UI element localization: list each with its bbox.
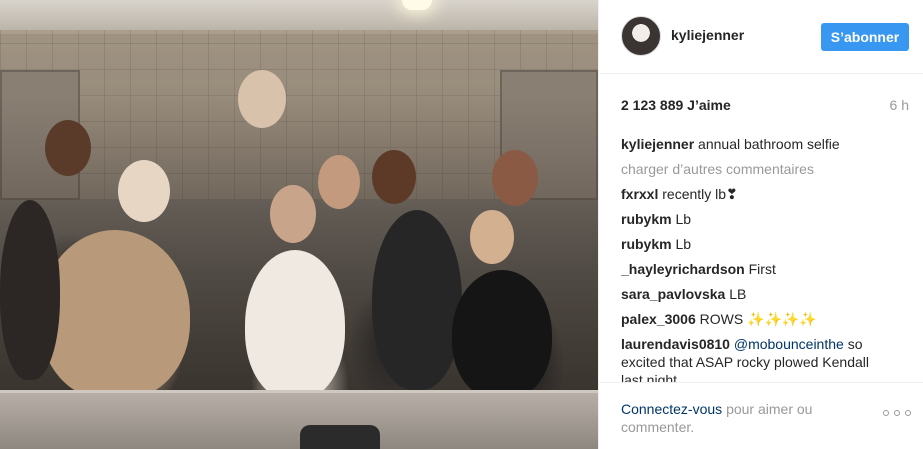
comment-username[interactable]: sara_pavlovska (621, 286, 725, 302)
login-prompt: Connectez-vous pour aimer ou commenter. (621, 400, 861, 436)
comment-username[interactable]: palex_3006 (621, 311, 696, 327)
photo-person-head (372, 150, 416, 204)
photo-person-head (118, 160, 170, 222)
load-more-comments-link[interactable]: charger d’autres commentaires (621, 160, 891, 178)
photo-person-head (45, 120, 91, 176)
header-username[interactable]: kyliejenner (671, 27, 744, 43)
photo-person-head (318, 155, 360, 209)
photo-person-body (452, 270, 552, 400)
avatar[interactable] (621, 16, 661, 56)
comment-item: rubykm Lb (621, 235, 891, 253)
dot-icon (894, 410, 900, 416)
more-options-icon[interactable] (883, 408, 911, 418)
photo-ceiling (0, 0, 598, 34)
likes-count[interactable]: 2 123 889 J’aime (621, 97, 731, 113)
photo-person-head (470, 210, 514, 264)
comment-username[interactable]: rubykm (621, 236, 672, 252)
caption-username[interactable]: kyliejenner (621, 136, 694, 152)
comment-item: fxrxxl recently lb❣ (621, 185, 891, 203)
comment-username[interactable]: fxrxxl (621, 186, 658, 202)
caption-text: annual bathroom selfie (698, 136, 840, 152)
comment-text: recently lb❣ (662, 186, 738, 202)
photo-person-head (492, 150, 538, 206)
post-side-panel: kyliejenner S’abonner 2 123 889 J’aime 6… (598, 0, 923, 449)
photo-person-body (245, 250, 345, 400)
comment-item: sara_pavlovska LB (621, 285, 891, 303)
post-time[interactable]: 6 h (890, 97, 909, 113)
photo-sink-counter (0, 390, 598, 449)
comment-text: Lb (675, 211, 692, 227)
comment-username[interactable]: _hayleyrichardson (621, 261, 745, 277)
comment-mention[interactable]: @mobounceinthe (734, 336, 844, 352)
comment-text: First (748, 261, 776, 277)
comment-username[interactable]: rubykm (621, 211, 672, 227)
dot-icon (905, 410, 911, 416)
comment-text: Lb (675, 236, 692, 252)
photo-soap-dispenser (300, 425, 380, 449)
photo-person-head (270, 185, 316, 243)
comment-list[interactable]: kyliejenner annual bathroom selfie charg… (621, 135, 891, 382)
comment-username[interactable]: laurendavis0810 (621, 336, 730, 352)
comment-item: _hayleyrichardson First (621, 260, 891, 278)
photo-person-body (0, 200, 60, 380)
post-footer: Connectez-vous pour aimer ou commenter. (599, 382, 923, 449)
comment-item: rubykm Lb (621, 210, 891, 228)
comment-item: laurendavis0810 @mobounceinthe so excite… (621, 335, 891, 382)
likes-row: 2 123 889 J’aime 6 h (621, 97, 909, 117)
post-photo[interactable] (0, 0, 598, 449)
follow-button[interactable]: S’abonner (821, 23, 909, 51)
photo-person-head (238, 70, 286, 128)
post-header: kyliejenner S’abonner (599, 0, 923, 74)
comment-text: ROWS ✨✨✨✨ (699, 311, 817, 327)
photo-person-body (40, 230, 190, 400)
dot-icon (883, 410, 889, 416)
caption: kyliejenner annual bathroom selfie (621, 135, 891, 153)
login-link[interactable]: Connectez-vous (621, 401, 722, 417)
photo-person-body (372, 210, 462, 390)
comment-item: palex_3006 ROWS ✨✨✨✨ (621, 310, 891, 328)
comment-text: LB (729, 286, 747, 302)
